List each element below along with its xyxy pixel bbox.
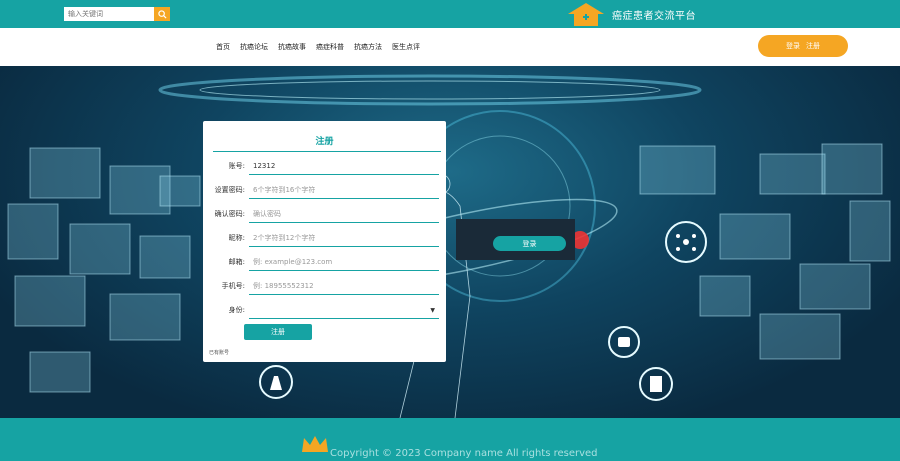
confirm-password-row: 确认密码: (203, 205, 446, 225)
brand: 癌症患者交流平台 (566, 0, 696, 28)
identity-select[interactable]: ▼ (249, 301, 439, 319)
phone-label: 手机号: (221, 282, 245, 290)
email-row: 邮箱: (203, 253, 446, 273)
overlay-login-button[interactable]: 登录 (493, 236, 566, 251)
nav-forum[interactable]: 抗癌论坛 (240, 42, 268, 52)
search-button[interactable] (154, 7, 170, 21)
nav-home[interactable]: 首页 (216, 42, 230, 52)
brand-title: 癌症患者交流平台 (612, 10, 696, 22)
account-row: 账号: (203, 157, 446, 177)
login-overlay: 登录 (456, 219, 575, 260)
password-input[interactable] (249, 181, 439, 199)
email-input[interactable] (249, 253, 439, 271)
house-logo-icon (568, 3, 604, 26)
nav-stories[interactable]: 抗癌故事 (278, 42, 306, 52)
nav-bar: 首页 抗癌论坛 抗癌故事 癌症科普 抗癌方法 医生点评 登录 注册 (0, 28, 900, 66)
hero-background: 登录 (0, 66, 900, 418)
phone-row: 手机号: (203, 277, 446, 297)
account-label: 账号: (228, 162, 245, 170)
search-icon (157, 9, 167, 19)
nickname-label: 昵称: (228, 234, 245, 242)
search-input[interactable] (64, 7, 154, 21)
footer: Copyright © 2023 Company name All rights… (0, 418, 900, 461)
password-label: 设置密码: (214, 186, 245, 194)
identity-row: 身份: ▼ (203, 301, 446, 321)
confirm-password-input[interactable] (249, 205, 439, 223)
nav-methods[interactable]: 抗癌方法 (354, 42, 382, 52)
have-account-link[interactable]: 已有账号 (209, 349, 229, 356)
nickname-input[interactable] (249, 229, 439, 247)
password-row: 设置密码: (203, 181, 446, 201)
nav-science[interactable]: 癌症科普 (316, 42, 344, 52)
identity-label: 身份: (228, 306, 245, 314)
title-divider (213, 151, 441, 152)
login-link[interactable]: 登录 (786, 41, 800, 51)
nickname-row: 昵称: (203, 229, 446, 249)
confirm-password-label: 确认密码: (214, 210, 245, 218)
phone-input[interactable] (249, 277, 439, 295)
nav-doctor-reviews[interactable]: 医生点评 (392, 42, 420, 52)
top-bar: 癌症患者交流平台 (0, 0, 900, 28)
email-label: 邮箱: (228, 258, 245, 266)
account-input[interactable] (249, 157, 439, 175)
register-link[interactable]: 注册 (806, 41, 820, 51)
select-arrow-icon: ▼ (430, 307, 435, 314)
login-register-pill: 登录 注册 (758, 35, 848, 57)
search-box (64, 7, 170, 21)
form-title: 注册 (315, 137, 334, 147)
copyright-text: Copyright © 2023 Company name All rights… (330, 448, 598, 459)
main-nav: 首页 抗癌论坛 抗癌故事 癌症科普 抗癌方法 医生点评 (216, 42, 430, 52)
tech-background-graphic (7, 74, 891, 418)
crown-icon (302, 436, 328, 452)
register-form: 注册 账号: 设置密码: 确认密码: 昵称: 邮箱: 手机号: 身份: ▼ 注册… (203, 121, 446, 362)
register-submit-button[interactable]: 注册 (244, 324, 312, 340)
